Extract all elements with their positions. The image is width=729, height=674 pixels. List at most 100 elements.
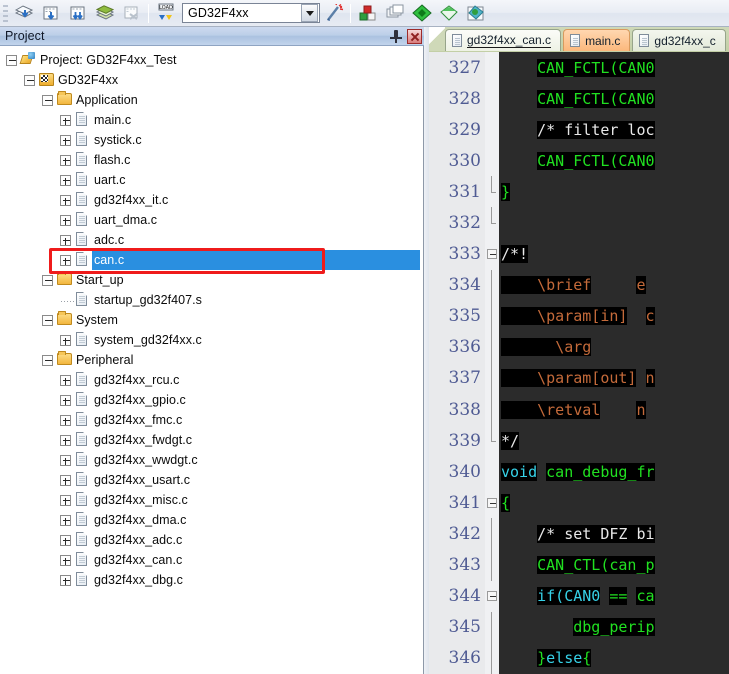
stop-build-icon[interactable] <box>118 1 145 26</box>
fold-margin[interactable] <box>485 145 499 177</box>
collapse-icon[interactable] <box>24 74 35 86</box>
code-line[interactable]: 340 void can_debug_fr <box>429 456 729 488</box>
download-icon[interactable]: LOAD <box>152 1 179 26</box>
expand-icon[interactable] <box>60 254 71 266</box>
fold-margin[interactable] <box>485 642 499 674</box>
tree-item[interactable]: main.c <box>0 110 423 130</box>
expand-icon[interactable] <box>60 194 71 206</box>
fold-margin[interactable] <box>485 487 499 519</box>
fold-margin[interactable] <box>485 114 499 146</box>
code-line[interactable]: 332 <box>429 207 729 239</box>
expand-icon[interactable] <box>60 174 71 186</box>
fold-margin[interactable] <box>485 83 499 115</box>
tree-item[interactable]: Project: GD32F4xx_Test <box>0 50 423 70</box>
tree-item[interactable]: gd32f4xx_fmc.c <box>0 410 423 430</box>
fold-margin[interactable] <box>485 518 499 550</box>
expand-icon[interactable] <box>60 374 71 386</box>
code-line[interactable]: 341 { <box>429 487 729 519</box>
magic-wand-icon[interactable] <box>320 1 347 26</box>
expand-icon[interactable] <box>60 454 71 466</box>
code-line[interactable]: 342 /* set DFZ bi <box>429 518 729 550</box>
fold-margin[interactable] <box>485 207 499 239</box>
collapse-icon[interactable] <box>42 314 53 326</box>
code-line[interactable]: 331} <box>429 176 729 208</box>
editor-tab[interactable]: gd32f4xx_c <box>632 29 726 51</box>
fold-margin[interactable] <box>485 238 499 270</box>
tree-item[interactable]: gd32f4xx_wwdgt.c <box>0 450 423 470</box>
tree-item-selected[interactable]: can.c <box>0 250 423 270</box>
code-line[interactable]: 337 \param[out] n <box>429 362 729 395</box>
tree-item[interactable]: flash.c <box>0 150 423 170</box>
code-line[interactable]: 345 dbg_perip <box>429 611 729 643</box>
tree-item[interactable]: uart_dma.c <box>0 210 423 230</box>
code-line[interactable]: 330 CAN_FCTL(CAN0 <box>429 145 729 177</box>
fold-margin[interactable] <box>485 176 499 208</box>
editor-tab[interactable]: gd32f4xx_can.c <box>445 29 562 51</box>
tree-item[interactable]: GD32F4xx <box>0 70 423 90</box>
fold-margin[interactable] <box>485 300 499 332</box>
code-line[interactable]: 338 \retval n <box>429 394 729 426</box>
code-line[interactable]: 334 \brief e <box>429 269 729 301</box>
fold-collapse-icon[interactable] <box>487 497 497 508</box>
fold-margin[interactable] <box>485 362 499 395</box>
tree-item[interactable]: gd32f4xx_fwdgt.c <box>0 430 423 450</box>
tree-item[interactable]: gd32f4xx_usart.c <box>0 470 423 490</box>
toolbar-grip[interactable] <box>1 1 10 25</box>
expand-icon[interactable] <box>60 434 71 446</box>
batch-build-icon[interactable] <box>10 1 37 26</box>
code-line[interactable]: 343 CAN_CTL(can_p <box>429 549 729 581</box>
fold-margin[interactable] <box>485 394 499 426</box>
rebuild-all-icon[interactable] <box>91 1 118 26</box>
code-line[interactable]: 336 \arg <box>429 331 729 363</box>
fold-margin[interactable] <box>485 456 499 488</box>
collapse-icon[interactable] <box>42 354 53 366</box>
chevron-down-icon[interactable] <box>301 4 318 22</box>
code-line[interactable]: 329 /* filter loc <box>429 114 729 146</box>
project-tree[interactable]: Project: GD32F4xx_Test GD32F4xx Applicatio… <box>0 47 423 674</box>
tree-item[interactable]: System <box>0 310 423 330</box>
tree-item[interactable]: startup_gd32f407.s <box>0 290 423 310</box>
insert-diamond-icon[interactable] <box>435 1 462 26</box>
expand-icon[interactable] <box>60 574 71 586</box>
tree-item[interactable]: Application <box>0 90 423 110</box>
fold-margin[interactable] <box>485 611 499 643</box>
editor-tab[interactable]: main.c <box>563 29 631 51</box>
code-line[interactable]: 344 if(CAN0 == ca <box>429 580 729 612</box>
expand-icon[interactable] <box>60 334 71 346</box>
fold-margin[interactable] <box>485 269 499 301</box>
fold-margin[interactable] <box>485 580 499 612</box>
expand-icon[interactable] <box>60 114 71 126</box>
expand-icon[interactable] <box>60 494 71 506</box>
tree-item[interactable]: gd32f4xx_dbg.c <box>0 570 423 590</box>
close-icon[interactable] <box>407 28 422 44</box>
tree-item[interactable]: gd32f4xx_misc.c <box>0 490 423 510</box>
code-line[interactable]: 327 CAN_FCTL(CAN0 <box>429 52 729 84</box>
tree-item[interactable]: Peripheral <box>0 350 423 370</box>
expand-icon[interactable] <box>60 534 71 546</box>
target-selector[interactable]: GD32F4xx <box>182 3 320 23</box>
expand-icon[interactable] <box>60 474 71 486</box>
collapse-icon[interactable] <box>6 54 17 66</box>
tree-item[interactable]: Start_up <box>0 270 423 290</box>
code-line[interactable]: 335 \param[in] c <box>429 300 729 332</box>
code-content[interactable]: 327 CAN_FCTL(CAN0 328 CAN_FCTL(CAN0 329 /*… <box>429 52 729 674</box>
code-line[interactable]: 333 /*! <box>429 238 729 270</box>
tree-item[interactable]: system_gd32f4xx.c <box>0 330 423 350</box>
expand-icon[interactable] <box>60 234 71 246</box>
tree-item[interactable]: gd32f4xx_dma.c <box>0 510 423 530</box>
expand-icon[interactable] <box>60 154 71 166</box>
debug-diamond-icon[interactable] <box>408 1 435 26</box>
collapse-icon[interactable] <box>42 274 53 286</box>
tree-item[interactable]: gd32f4xx_it.c <box>0 190 423 210</box>
collapse-icon[interactable] <box>42 94 53 106</box>
translate-icon[interactable] <box>37 1 64 26</box>
config-wizard-icon[interactable] <box>462 1 489 26</box>
code-line[interactable]: 328 CAN_FCTL(CAN0 <box>429 83 729 115</box>
tree-item[interactable]: uart.c <box>0 170 423 190</box>
target-options-icon[interactable] <box>354 1 381 26</box>
fold-margin[interactable] <box>485 425 499 457</box>
pin-icon[interactable] <box>389 29 403 44</box>
tree-item[interactable]: gd32f4xx_can.c <box>0 550 423 570</box>
fold-collapse-icon[interactable] <box>487 591 497 602</box>
expand-icon[interactable] <box>60 394 71 406</box>
